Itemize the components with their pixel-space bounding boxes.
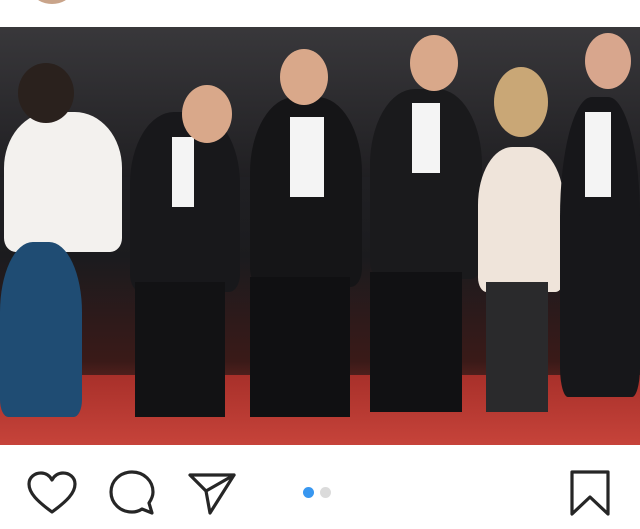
heart-icon	[27, 471, 77, 514]
instagram-post	[0, 0, 640, 529]
like-button[interactable]	[26, 467, 78, 519]
avatar[interactable]	[34, 0, 70, 4]
carousel-dot	[320, 487, 331, 498]
post-action-bar	[0, 445, 640, 529]
bookmark-icon	[570, 470, 610, 516]
save-button[interactable]	[564, 467, 616, 519]
carousel-dot-active	[303, 487, 314, 498]
carousel-indicator	[303, 487, 331, 498]
comment-button[interactable]	[106, 467, 158, 519]
comment-bubble-icon	[109, 470, 155, 515]
paper-plane-icon	[188, 473, 236, 515]
post-photo[interactable]	[0, 27, 640, 445]
share-button[interactable]	[186, 467, 238, 519]
